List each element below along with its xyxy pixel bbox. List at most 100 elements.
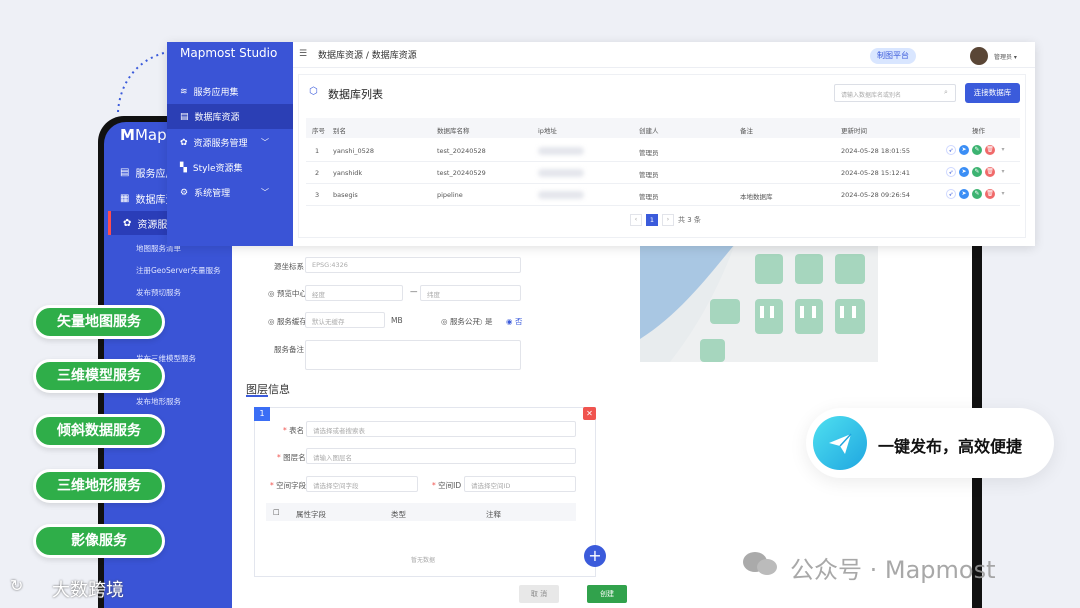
search-icon[interactable]: ⌕	[944, 88, 948, 97]
ip-redacted	[538, 169, 584, 177]
table-cell: 2	[315, 169, 320, 177]
next-page-button[interactable]: ›	[662, 214, 674, 226]
layer-name-input[interactable]: 请输入图层名	[306, 448, 576, 464]
close-icon[interactable]: ✕	[583, 407, 596, 420]
public-no-radio[interactable]: ◉ 否	[506, 316, 522, 327]
edit-icon[interactable]: ✎	[972, 167, 982, 177]
table-cell: pipeline	[437, 191, 463, 199]
send-icon[interactable]: ➤	[959, 189, 969, 199]
total-count: 共 3 条	[678, 216, 701, 224]
device-sub-item[interactable]: 发布地形服务	[136, 396, 181, 407]
menu-toggle-icon[interactable]: ☰	[299, 49, 307, 59]
feature-pill: 三维模型服务	[33, 359, 165, 393]
spatial-field-select[interactable]: 请选择空间字段	[306, 476, 418, 492]
edit-icon[interactable]: ✎	[972, 189, 982, 199]
chevron-down-icon[interactable]: ▾	[998, 167, 1008, 177]
bubble-text: 一键发布，高效便捷	[878, 437, 1023, 456]
table-cell: 2024-05-28 15:12:41	[841, 169, 911, 177]
row-divider	[306, 161, 1020, 162]
table-header	[306, 118, 1020, 138]
sidebar-item-resource-services[interactable]: ✿ 资源服务管理 ﹀	[167, 130, 293, 155]
layer-index-badge: 1	[254, 407, 270, 421]
cancel-button[interactable]: 取 消	[519, 585, 559, 603]
page-title: 数据库列表	[328, 88, 383, 101]
prev-page-button[interactable]: ‹	[630, 214, 642, 226]
table-cell: 2024-05-28 09:26:54	[841, 191, 911, 199]
device-sub-item[interactable]: 注册GeoServer矢量服务	[136, 265, 221, 276]
public-yes-radio[interactable]: ○ 是	[476, 316, 492, 327]
chevron-down-icon[interactable]: ▾	[998, 145, 1008, 155]
sidebar-item-system[interactable]: ⚙ 系统管理 ﹀	[167, 180, 293, 205]
table-cell: basegis	[333, 191, 358, 199]
public-label: ◎ 服务公开	[441, 317, 480, 326]
row-divider	[306, 183, 1020, 184]
delete-icon[interactable]: 🗑	[985, 145, 995, 155]
paper-plane-icon	[813, 416, 867, 470]
device-sub-item[interactable]: 发布预切服务	[136, 287, 181, 298]
longitude-input[interactable]: 经度	[305, 285, 403, 301]
range-dash: —	[410, 287, 418, 296]
publish-icon[interactable]: ➶	[946, 145, 956, 155]
brand-watermark: 大数跨境	[52, 580, 124, 601]
preview-center-label: ◎ 预览中心	[268, 289, 307, 298]
brand-logo-icon: ↻	[10, 576, 24, 595]
search-input[interactable]: 请输入数据库名或别名	[834, 84, 956, 102]
srid-select[interactable]: 请选择空间ID	[464, 476, 576, 492]
sidebar-item-database[interactable]: ▤ 数据库资源	[167, 104, 293, 129]
table-cell: 2024-05-28 18:01:55	[841, 147, 911, 155]
column-header: 备注	[740, 127, 753, 135]
create-button[interactable]: 创建	[587, 585, 627, 603]
style-icon: ▚	[180, 162, 187, 173]
remark-textarea[interactable]	[305, 340, 521, 370]
cache-label: ◎ 服务缓存	[268, 317, 307, 326]
row-divider	[306, 205, 1020, 206]
table-cell: yanshi_0528	[333, 147, 375, 155]
user-menu[interactable]: 管理员 ▾	[994, 52, 1017, 61]
wechat-icon	[743, 552, 777, 575]
current-page[interactable]: 1	[646, 214, 658, 226]
table-cell: test_20240529	[437, 169, 486, 177]
connect-database-button[interactable]: 连接数据库	[965, 83, 1020, 103]
table-select[interactable]: 请选择或者搜索表	[306, 421, 576, 437]
avatar[interactable]	[970, 47, 988, 65]
platform-button[interactable]: 制图平台	[870, 48, 916, 64]
cluster-icon: ✿	[180, 137, 188, 148]
sidebar-item-services[interactable]: ≋ 服务应用集	[167, 79, 293, 104]
empty-text: 暂无数据	[411, 557, 436, 564]
cache-unit: MB	[391, 316, 403, 325]
delete-icon[interactable]: 🗑	[985, 167, 995, 177]
breadcrumb: 数据库资源 / 数据库资源	[318, 51, 417, 61]
gear-icon: ⚙	[180, 187, 189, 198]
watermark: 公众号 · Mapmost	[790, 556, 996, 584]
spatial-field-label: * 空间字段	[270, 481, 307, 490]
chevron-down-icon[interactable]: ▾	[998, 189, 1008, 199]
ip-redacted	[538, 147, 584, 155]
checkbox[interactable]: ☐	[273, 508, 280, 517]
table-cell: yanshidk	[333, 169, 363, 177]
table-cell: 管理员	[639, 149, 659, 157]
add-layer-button[interactable]: +	[584, 545, 606, 567]
section-underline	[246, 395, 268, 397]
edit-icon[interactable]: ✎	[972, 145, 982, 155]
layer-name-label: * 图层名	[277, 453, 306, 462]
sidebar-item-style[interactable]: ▚ Style资源集	[167, 155, 293, 180]
table-cell: 3	[315, 191, 320, 199]
table-cell: 管理员	[639, 193, 659, 201]
column-header: 别名	[333, 127, 346, 135]
latitude-input[interactable]: 纬度	[420, 285, 521, 301]
row-actions: ➶ ➤ ✎ 🗑 ▾	[946, 167, 1008, 177]
map-preview	[640, 244, 878, 362]
pagination: ‹ 1 › 共 3 条	[630, 214, 701, 226]
row-actions: ➶ ➤ ✎ 🗑 ▾	[946, 145, 1008, 155]
cache-input[interactable]: 默认无缓存	[305, 312, 385, 328]
send-icon[interactable]: ➤	[959, 145, 969, 155]
send-icon[interactable]: ➤	[959, 167, 969, 177]
crs-select[interactable]: EPSG:4326	[305, 257, 521, 273]
cube-icon: ⬡	[309, 86, 318, 97]
delete-icon[interactable]: 🗑	[985, 189, 995, 199]
remark-label: 服务备注	[274, 345, 304, 354]
publish-icon[interactable]: ➶	[946, 189, 956, 199]
column-header: 更新时间	[841, 127, 867, 135]
publish-icon[interactable]: ➶	[946, 167, 956, 177]
table-cell: test_20240528	[437, 147, 486, 155]
